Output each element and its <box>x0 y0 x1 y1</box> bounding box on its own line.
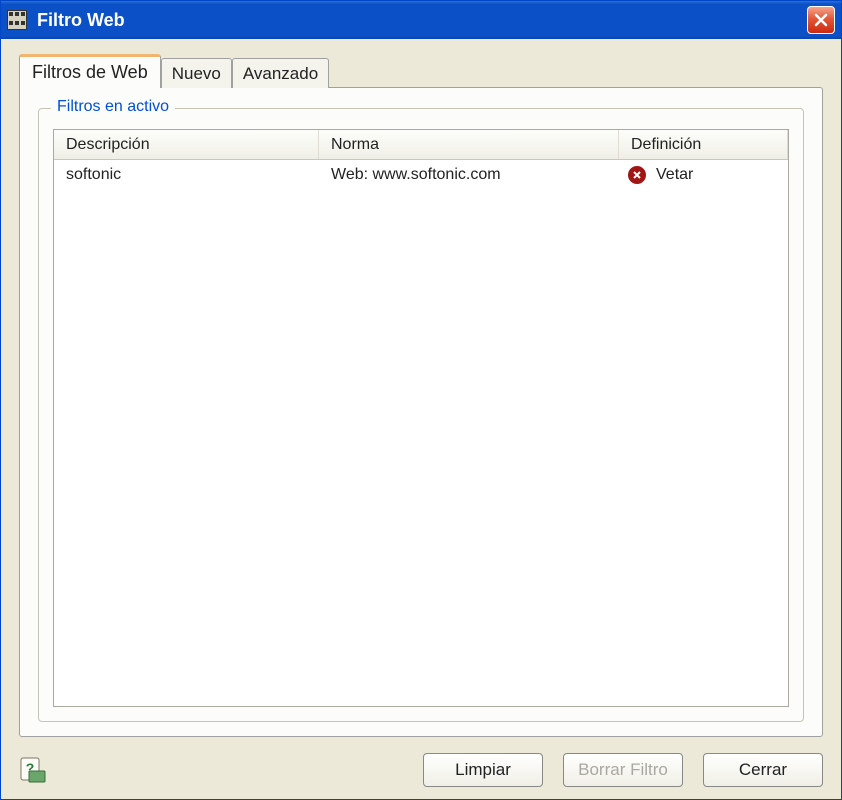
limpiar-button[interactable]: Limpiar <box>423 753 543 787</box>
deny-icon <box>628 166 646 184</box>
cell-descripcion: softonic <box>54 164 319 186</box>
tab-avanzado[interactable]: Avanzado <box>232 58 329 88</box>
button-row: ? Limpiar Borrar Filtro Cerrar <box>19 753 823 787</box>
close-button[interactable] <box>807 6 835 34</box>
tabs: Filtros de Web Nuevo Avanzado <box>19 53 823 87</box>
tab-panel: Filtros en activo Descripción Norma Defi… <box>19 87 823 737</box>
tab-filtros-de-web[interactable]: Filtros de Web <box>19 54 161 88</box>
close-icon <box>813 12 829 28</box>
dialog-window: Filtro Web Filtros de Web Nuevo Avanzado… <box>0 0 842 800</box>
groupbox-label: Filtros en activo <box>51 98 175 116</box>
column-header-definicion[interactable]: Definición <box>619 130 788 159</box>
window-body: Filtros de Web Nuevo Avanzado Filtros en… <box>1 39 841 799</box>
filter-listview[interactable]: Descripción Norma Definición softonic We… <box>53 129 789 707</box>
cell-definicion-text: Vetar <box>656 166 693 184</box>
column-header-descripcion[interactable]: Descripción <box>54 130 319 159</box>
table-row[interactable]: softonic Web: www.softonic.com Vetar <box>54 160 788 190</box>
column-header-norma[interactable]: Norma <box>319 130 619 159</box>
cerrar-button[interactable]: Cerrar <box>703 753 823 787</box>
groupbox-filtros-activos: Filtros en activo Descripción Norma Defi… <box>38 108 804 722</box>
listview-header: Descripción Norma Definición <box>54 130 788 160</box>
tab-nuevo[interactable]: Nuevo <box>161 58 232 88</box>
borrar-filtro-button: Borrar Filtro <box>563 753 683 787</box>
window-title: Filtro Web <box>37 10 807 31</box>
cell-norma: Web: www.softonic.com <box>319 164 619 186</box>
app-icon <box>7 10 27 30</box>
help-icon: ? <box>20 757 46 783</box>
help-button[interactable]: ? <box>19 756 47 784</box>
titlebar[interactable]: Filtro Web <box>1 1 841 39</box>
listview-body: softonic Web: www.softonic.com Vetar <box>54 160 788 706</box>
cell-definicion: Vetar <box>619 164 788 186</box>
